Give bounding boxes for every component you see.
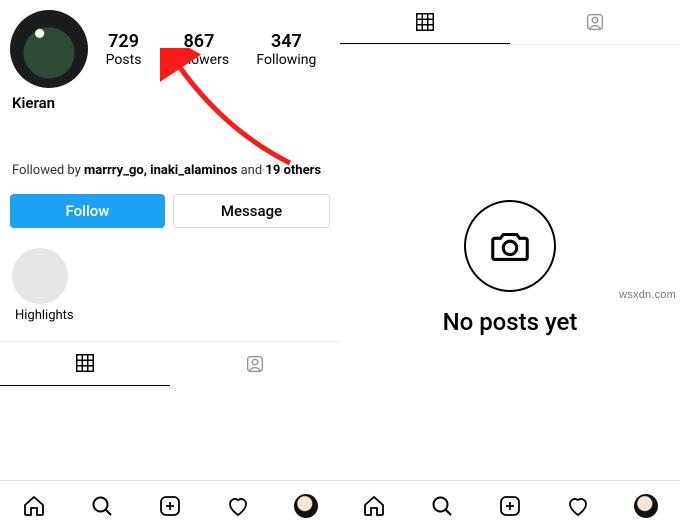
profile-avatar[interactable] xyxy=(10,10,88,88)
stat-followers[interactable]: 867 Followers xyxy=(169,31,229,68)
bottom-nav-left xyxy=(0,480,340,530)
nav-home[interactable] xyxy=(340,481,408,530)
tagged-icon xyxy=(244,353,266,375)
profile-pane: 729 Posts 867 Followers 347 Following Ki… xyxy=(0,0,340,530)
watermark: wsxdn.com xyxy=(619,289,676,301)
grid-icon xyxy=(74,352,96,374)
nav-search[interactable] xyxy=(408,481,476,530)
nav-profile[interactable] xyxy=(612,481,680,530)
stat-following-label: Following xyxy=(256,52,316,68)
nav-home[interactable] xyxy=(0,481,68,530)
tab-tagged[interactable] xyxy=(170,342,340,386)
nav-new-post[interactable] xyxy=(476,481,544,530)
nav-new-post[interactable] xyxy=(136,481,204,530)
message-button-label: Message xyxy=(221,202,282,220)
highlights-row: Highlights xyxy=(0,232,340,323)
display-name: Kieran xyxy=(0,88,340,114)
stat-posts-label: Posts xyxy=(106,52,142,68)
action-row: Follow Message xyxy=(0,184,340,232)
follow-button[interactable]: Follow xyxy=(10,194,165,228)
message-button[interactable]: Message xyxy=(173,194,330,228)
nav-profile[interactable] xyxy=(272,481,340,530)
camera-icon xyxy=(487,223,533,269)
stat-followers-count: 867 xyxy=(169,31,229,52)
bottom-nav-right xyxy=(340,480,680,530)
stat-following-count: 347 xyxy=(256,31,316,52)
followed-by-others: 19 others xyxy=(265,163,321,178)
followed-by-mid: and xyxy=(237,163,265,178)
stat-posts-count: 729 xyxy=(106,31,142,52)
home-icon xyxy=(362,494,386,518)
posts-pane: No posts yet xyxy=(340,0,680,530)
follow-button-label: Follow xyxy=(66,202,110,220)
new-post-icon xyxy=(158,494,182,518)
heart-icon xyxy=(566,494,590,518)
stat-following[interactable]: 347 Following xyxy=(256,31,316,68)
empty-state-text: No posts yet xyxy=(443,308,578,336)
highlight-label: Highlights xyxy=(12,304,74,323)
search-icon xyxy=(430,494,454,518)
followed-by-text[interactable]: Followed by marrry_go, inaki_alaminos an… xyxy=(0,114,340,184)
profile-stats: 729 Posts 867 Followers 347 Following xyxy=(92,31,330,68)
highlight-item[interactable] xyxy=(12,248,68,304)
home-icon xyxy=(22,494,46,518)
profile-nav-avatar-icon xyxy=(634,494,658,518)
stat-followers-label: Followers xyxy=(169,52,229,68)
search-icon xyxy=(90,494,114,518)
nav-activity[interactable] xyxy=(204,481,272,530)
nav-search[interactable] xyxy=(68,481,136,530)
profile-header: 729 Posts 867 Followers 347 Following xyxy=(0,0,340,88)
profile-nav-avatar-icon xyxy=(294,494,318,518)
tab-grid[interactable] xyxy=(0,342,170,386)
empty-state: No posts yet xyxy=(340,5,680,530)
followed-by-prefix: Followed by xyxy=(12,163,84,178)
followed-by-names: marrry_go, inaki_alaminos xyxy=(84,163,237,178)
nav-activity[interactable] xyxy=(544,481,612,530)
profile-content-tabs xyxy=(0,341,340,386)
empty-state-circle xyxy=(464,200,556,292)
heart-icon xyxy=(226,494,250,518)
stat-posts[interactable]: 729 Posts xyxy=(106,31,142,68)
new-post-icon xyxy=(498,494,522,518)
